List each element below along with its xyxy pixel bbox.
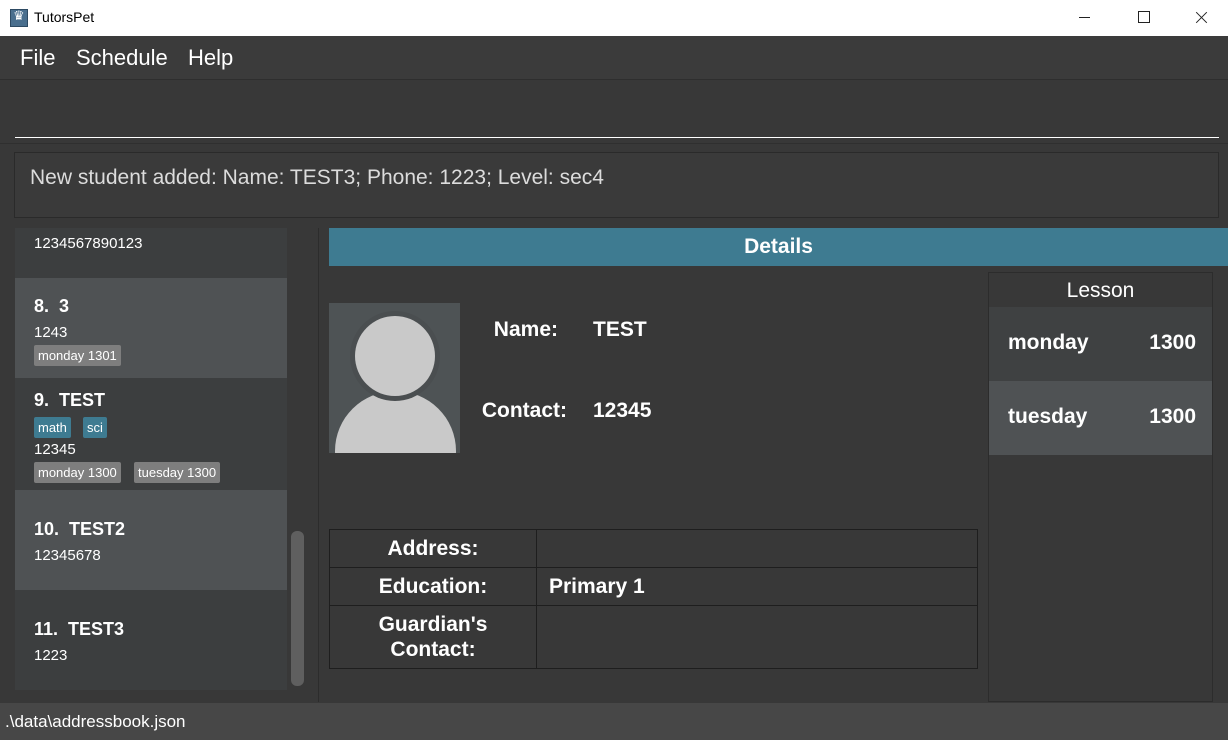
status-bar: .\data\addressbook.json (0, 703, 1228, 740)
lesson-tag: monday 1300 (34, 462, 121, 483)
menu-file[interactable]: File (20, 45, 55, 71)
subject-tag: sci (83, 417, 107, 438)
student-phone: 1234567890123 (34, 235, 143, 252)
menu-help[interactable]: Help (188, 45, 233, 71)
lesson-tag: monday 1301 (34, 345, 121, 366)
window-title: TutorsPet (34, 9, 95, 25)
student-name: 8. 3 (34, 296, 70, 316)
student-card-partial[interactable]: 1234567890123 (15, 228, 287, 278)
student-card[interactable]: 11. TEST3 1223 (15, 590, 287, 690)
minimize-button[interactable] (1056, 0, 1114, 36)
education-label: Education: (330, 568, 537, 605)
close-button[interactable] (1172, 0, 1228, 36)
avatar (329, 303, 460, 453)
command-input[interactable] (15, 86, 1219, 138)
student-phone: 12345678 (34, 547, 101, 564)
lesson-tag: tuesday 1300 (134, 462, 221, 483)
lesson-item[interactable]: monday 1300 (989, 307, 1212, 381)
education-row: Education: Primary 1 (330, 568, 977, 606)
lesson-day: monday (1008, 331, 1089, 354)
details-table: Address: Education: Primary 1 Guardian's… (329, 529, 978, 669)
student-list[interactable]: 1234567890123 8. 3 1243 monday 1301 9. T… (0, 228, 319, 702)
menu-schedule[interactable]: Schedule (76, 45, 168, 71)
command-box (0, 81, 1228, 144)
lesson-item[interactable]: tuesday 1300 (989, 381, 1212, 455)
guardian-label: Guardian's Contact: (330, 606, 537, 668)
menu-bar: File Schedule Help (0, 36, 1228, 80)
avatar-person-icon (335, 391, 456, 453)
app-window: TutorsPet File Schedule Help New student… (0, 0, 1228, 740)
address-row: Address: (330, 530, 977, 568)
lesson-time: 1300 (1149, 405, 1196, 428)
avatar-head-icon (355, 316, 435, 396)
contact-label: Contact: (481, 399, 567, 422)
lesson-day: tuesday (1008, 405, 1088, 428)
scrollbar-thumb[interactable] (291, 531, 304, 686)
education-value: Primary 1 (549, 574, 645, 598)
result-display: New student added: Name: TEST3; Phone: 1… (14, 152, 1219, 218)
student-phone: 1243 (34, 324, 68, 341)
result-message: New student added: Name: TEST3; Phone: 1… (30, 166, 604, 189)
student-name: 9. TEST (34, 390, 106, 410)
address-label: Address: (330, 530, 537, 567)
student-phone: 1223 (34, 647, 68, 664)
data-file-path: .\data\addressbook.json (5, 712, 186, 731)
student-card[interactable]: 10. TEST2 12345678 (15, 490, 287, 590)
subject-tag: math (34, 417, 71, 438)
student-card[interactable]: 9. TEST math sci 12345 monday 1300 tuesd… (15, 378, 287, 490)
title-bar: TutorsPet (0, 0, 1228, 36)
lesson-panel-title: Lesson (1066, 279, 1135, 302)
name-label: Name: (493, 318, 558, 341)
name-value: TEST (593, 318, 647, 341)
app-logo-icon (10, 9, 28, 27)
details-header: Details (329, 228, 1228, 266)
guardian-row: Guardian's Contact: (330, 606, 977, 668)
student-phone: 12345 (34, 441, 76, 458)
contact-value: 12345 (593, 399, 652, 422)
lesson-time: 1300 (1149, 331, 1196, 354)
lesson-panel: Lesson monday 1300 tuesday 1300 (988, 272, 1213, 702)
student-name: 10. TEST2 (34, 519, 126, 539)
maximize-button[interactable] (1114, 0, 1172, 36)
student-card[interactable]: 8. 3 1243 monday 1301 (15, 278, 287, 378)
student-name: 11. TEST3 (34, 619, 125, 639)
details-title: Details (744, 235, 813, 258)
